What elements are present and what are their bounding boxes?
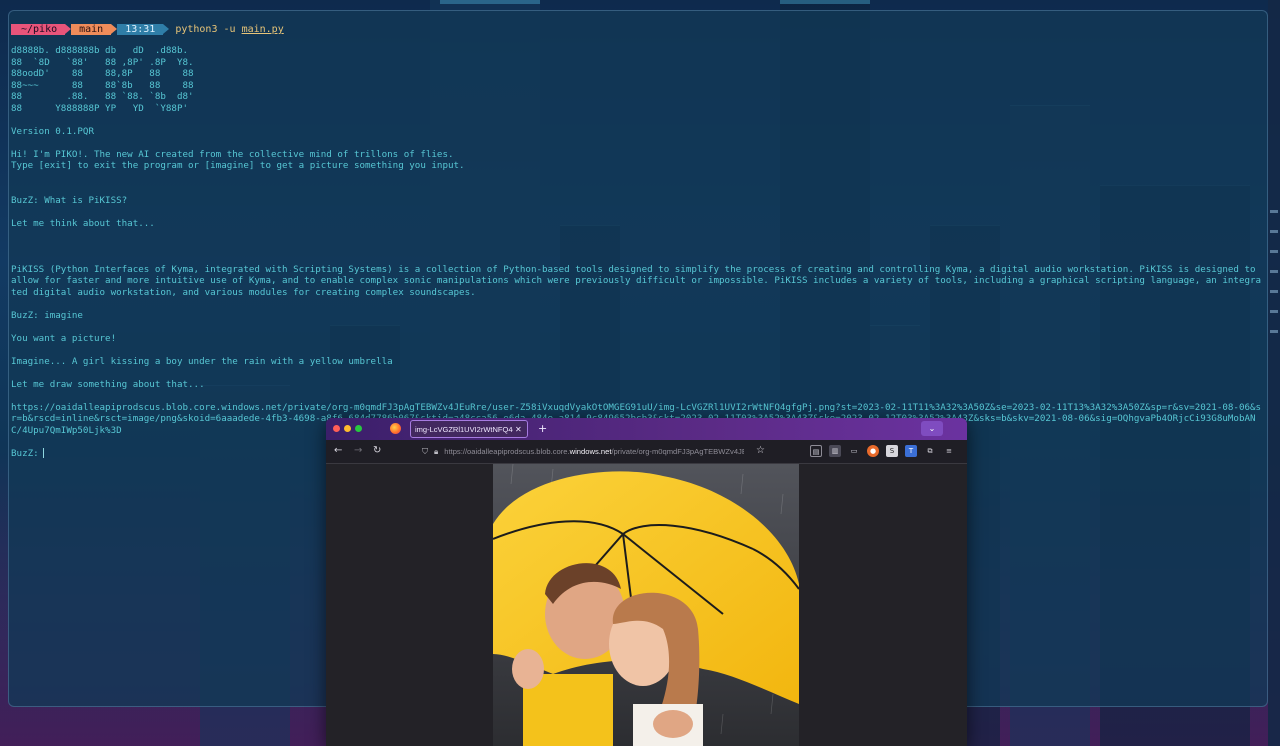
terminal-line: 88 .88. 88 `88. `8b d8' [11, 91, 194, 102]
window-maximize-button[interactable] [355, 425, 362, 432]
prompt-directory: ~/piko [11, 24, 72, 35]
input-prompt: BuzZ: [11, 447, 39, 459]
terminal-line: Imagine... A girl kissing a boy under th… [11, 355, 393, 367]
extensions-puzzle-icon[interactable]: ⧉ [924, 445, 936, 457]
translate-extension-icon[interactable]: T [905, 445, 917, 457]
generated-image[interactable] [493, 464, 799, 746]
terminal-line: Let me think about that... [11, 217, 155, 229]
terminal-output: d8888b. d888888b db dD .d88b. 88 `8D `88'… [11, 45, 1263, 459]
lock-icon[interactable]: 🔒︎ [434, 447, 438, 457]
terminal-line: d8888b. d888888b db dD .d88b. [11, 45, 189, 56]
terminal-line: 88 `8D `88' 88 ,8P' .8P Y8. [11, 56, 194, 68]
shell-prompt: ~/piko main 13:31 python3 -u main.py [11, 24, 284, 35]
shield-icon[interactable]: ⛉ [422, 447, 428, 457]
sidebar-icon[interactable]: ▭ [848, 445, 860, 457]
window-minimize-button[interactable] [344, 425, 351, 432]
extension-icon[interactable]: ▥ [829, 445, 841, 457]
terminal-line: You want a picture! [11, 332, 117, 344]
forward-arrow-icon[interactable]: → [354, 445, 362, 456]
terminal-line: Version 0.1.PQR [11, 125, 94, 137]
terminal-line: 88oodD' 88 88,8P 88 88 [11, 68, 194, 79]
tab-close-icon[interactable]: ✕ [515, 425, 522, 434]
terminal-line: 88~~~ 88 88`8b 88 88 [11, 79, 194, 91]
tab-title: img-LcVGZRl1UVI2rWtNFQ4gfgPj.png [415, 424, 513, 434]
browser-window[interactable]: img-LcVGZRl1UVI2rWtNFQ4gfgPj.png ✕ + ⌄ ←… [326, 418, 967, 746]
bookmark-star-icon[interactable]: ☆ [756, 445, 765, 456]
page-viewport [326, 464, 967, 746]
tab-strip: img-LcVGZRl1UVI2rWtNFQ4gfgPj.png ✕ + ⌄ [326, 418, 967, 440]
text-cursor [42, 448, 44, 459]
prompt-time: 13:31 [117, 24, 170, 35]
terminal-line: BuzZ: What is PiKISS? [11, 194, 128, 206]
terminal-line: 88 Y888888P YP YD `Y88P' [11, 102, 189, 114]
prompt-git-branch: main [71, 24, 118, 35]
url-text[interactable]: https://oaidalleapiprodscus.blob.core.wi… [444, 447, 744, 456]
menu-hamburger-icon[interactable]: ≡ [943, 445, 955, 457]
back-arrow-icon[interactable]: ← [334, 445, 342, 456]
containers-icon[interactable]: ▤ [810, 445, 822, 457]
terminal-line: Hi! I'm PIKO!. The new AI created from t… [11, 148, 454, 160]
firefox-icon [390, 423, 401, 434]
url-bar[interactable]: ⛉ 🔒︎ https://oaidalleapiprodscus.blob.co… [422, 444, 762, 459]
desktop: ~/piko main 13:31 python3 -u main.py d88… [0, 0, 1280, 746]
new-tab-button[interactable]: + [538, 422, 547, 435]
tab-image[interactable]: img-LcVGZRl1UVI2rWtNFQ4gfgPj.png ✕ [410, 420, 528, 438]
s-extension-icon[interactable]: S [886, 445, 898, 457]
extensions-toolbar: ▤ ▥ ▭ ● S T ⧉ ≡ [810, 445, 955, 457]
list-all-tabs-button[interactable]: ⌄ [921, 421, 943, 436]
reload-icon[interactable]: ↻ [373, 445, 381, 456]
prompt-command: python3 -u main.py [175, 24, 284, 35]
ublock-icon[interactable]: ● [867, 445, 879, 457]
terminal-line: PiKISS (Python Interfaces of Kyma, integ… [11, 263, 1262, 298]
navigation-toolbar: ← → ↻ ⛉ 🔒︎ https://oaidalleapiprodscus.b… [326, 440, 967, 464]
terminal-line: Let me draw something about that... [11, 378, 205, 390]
terminal-line: Type [exit] to exit the program or [imag… [11, 160, 465, 171]
terminal-line: BuzZ: imagine [11, 309, 83, 321]
background-window-edge [1268, 0, 1280, 746]
window-close-button[interactable] [333, 425, 340, 432]
